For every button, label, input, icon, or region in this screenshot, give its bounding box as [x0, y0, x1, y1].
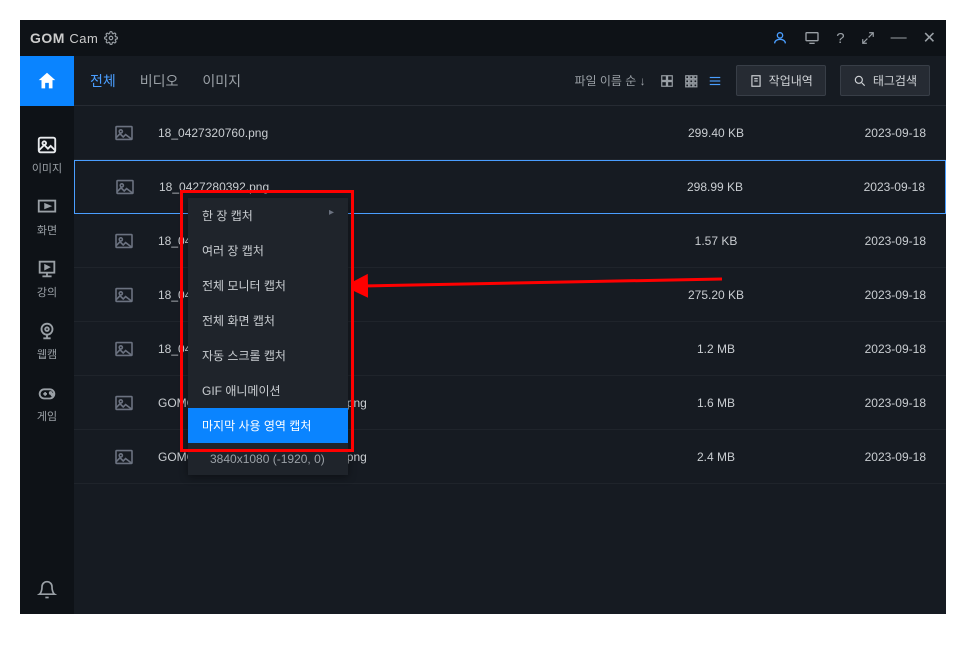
gamepad-icon — [36, 382, 58, 404]
rail-item-lecture[interactable]: 강의 — [20, 248, 74, 310]
user-icon[interactable] — [772, 30, 788, 46]
expand-icon[interactable] — [861, 31, 875, 45]
rail-item-image[interactable]: 이미지 — [20, 124, 74, 186]
grid-small-icon[interactable] — [684, 74, 698, 88]
left-rail: 이미지 화면 강의 웹캠 — [20, 56, 74, 614]
file-date: 2023-09-18 — [806, 126, 926, 140]
topbar-right: 파일 이름 순 ↓ 작업내역 — [574, 65, 930, 96]
file-name: 18_0427320760.png — [154, 126, 626, 140]
chevron-right-icon: ▸ — [329, 207, 334, 218]
menu-item[interactable]: 전체 모니터 캡처 — [188, 268, 348, 303]
file-thumbnail-icon — [95, 179, 155, 195]
notification-bell[interactable] — [37, 566, 57, 614]
titlebar-left: GOM Cam — [30, 30, 118, 46]
webcam-icon — [36, 320, 58, 342]
tab-all[interactable]: 전체 — [90, 65, 116, 97]
menu-item[interactable]: 자동 스크롤 캡처 — [188, 338, 348, 373]
tag-search-button[interactable]: 태그검색 — [840, 65, 930, 96]
file-thumbnail-icon — [94, 125, 154, 141]
menu-item[interactable]: 3840x1080 (-1920, 0) — [188, 443, 348, 475]
close-icon[interactable]: ✕ — [923, 28, 936, 48]
history-icon — [749, 74, 763, 88]
menu-item[interactable]: 마지막 사용 영역 캡처 — [188, 408, 348, 443]
image-icon — [36, 134, 58, 156]
search-label: 태그검색 — [873, 72, 917, 89]
file-date: 2023-09-18 — [806, 288, 926, 302]
rail-item-game[interactable]: 게임 — [20, 372, 74, 434]
file-thumbnail-icon — [94, 287, 154, 303]
file-size: 299.40 KB — [626, 126, 806, 140]
rail-label-lecture: 강의 — [37, 284, 57, 300]
titlebar-right: ? — ✕ — [772, 28, 936, 48]
menu-item[interactable]: GIF 애니메이션 — [188, 373, 348, 408]
tab-video[interactable]: 비디오 — [140, 65, 179, 97]
list-icon[interactable] — [708, 74, 722, 88]
file-date: 2023-09-18 — [806, 234, 926, 248]
file-date: 2023-09-18 — [806, 396, 926, 410]
search-icon — [853, 74, 867, 88]
file-row[interactable]: 18_0427320760.png 299.40 KB 2023-09-18 — [74, 106, 946, 160]
file-thumbnail-icon — [94, 233, 154, 249]
home-button[interactable] — [20, 56, 74, 106]
menu-item[interactable]: 전체 화면 캡처 — [188, 303, 348, 338]
file-date: 2023-09-18 — [806, 342, 926, 356]
file-name: 18_0427280392.png — [155, 180, 625, 194]
gear-icon[interactable] — [104, 31, 118, 45]
rail-label-screen: 화면 — [37, 222, 57, 238]
menu-item[interactable]: 여러 장 캡처 — [188, 233, 348, 268]
rail-label-webcam: 웹캠 — [37, 346, 57, 362]
context-menu: 한 장 캡처▸여러 장 캡처전체 모니터 캡처전체 화면 캡처자동 스크롤 캡처… — [188, 198, 348, 475]
tabs: 전체 비디오 이미지 — [90, 65, 241, 97]
screen-icon — [36, 196, 58, 218]
content: 이미지 화면 강의 웹캠 — [20, 56, 946, 614]
sort-selector[interactable]: 파일 이름 순 ↓ — [574, 72, 645, 89]
history-button[interactable]: 작업내역 — [736, 65, 826, 96]
file-size: 298.99 KB — [625, 180, 805, 194]
file-thumbnail-icon — [94, 395, 154, 411]
menu-item[interactable]: 한 장 캡처▸ — [188, 198, 348, 233]
rail-item-screen[interactable]: 화면 — [20, 186, 74, 248]
history-label: 작업내역 — [769, 72, 813, 89]
tab-image[interactable]: 이미지 — [202, 65, 241, 97]
rail-label-image: 이미지 — [32, 160, 62, 176]
help-icon[interactable]: ? — [836, 30, 844, 47]
file-size: 1.2 MB — [626, 342, 806, 356]
topbar: 전체 비디오 이미지 파일 이름 순 ↓ — [74, 56, 946, 106]
lecture-icon — [36, 258, 58, 280]
main-panel: 전체 비디오 이미지 파일 이름 순 ↓ — [74, 56, 946, 614]
rail-label-game: 게임 — [37, 408, 57, 424]
file-thumbnail-icon — [94, 341, 154, 357]
file-date: 2023-09-18 — [806, 450, 926, 464]
file-size: 2.4 MB — [626, 450, 806, 464]
file-date: 2023-09-18 — [805, 180, 925, 194]
view-switcher — [660, 74, 722, 88]
titlebar: GOM Cam ? — ✕ — [20, 20, 946, 56]
app-title: GOM Cam — [30, 30, 98, 46]
app-window: GOM Cam ? — ✕ — [20, 20, 946, 614]
file-thumbnail-icon — [94, 449, 154, 465]
app-title-sub: Cam — [69, 31, 98, 46]
minimize-icon[interactable]: — — [891, 29, 907, 47]
file-size: 1.57 KB — [626, 234, 806, 248]
file-size: 1.6 MB — [626, 396, 806, 410]
file-size: 275.20 KB — [626, 288, 806, 302]
grid-large-icon[interactable] — [660, 74, 674, 88]
monitor-icon[interactable] — [804, 30, 820, 46]
rail-item-webcam[interactable]: 웹캠 — [20, 310, 74, 372]
app-title-main: GOM — [30, 30, 65, 46]
